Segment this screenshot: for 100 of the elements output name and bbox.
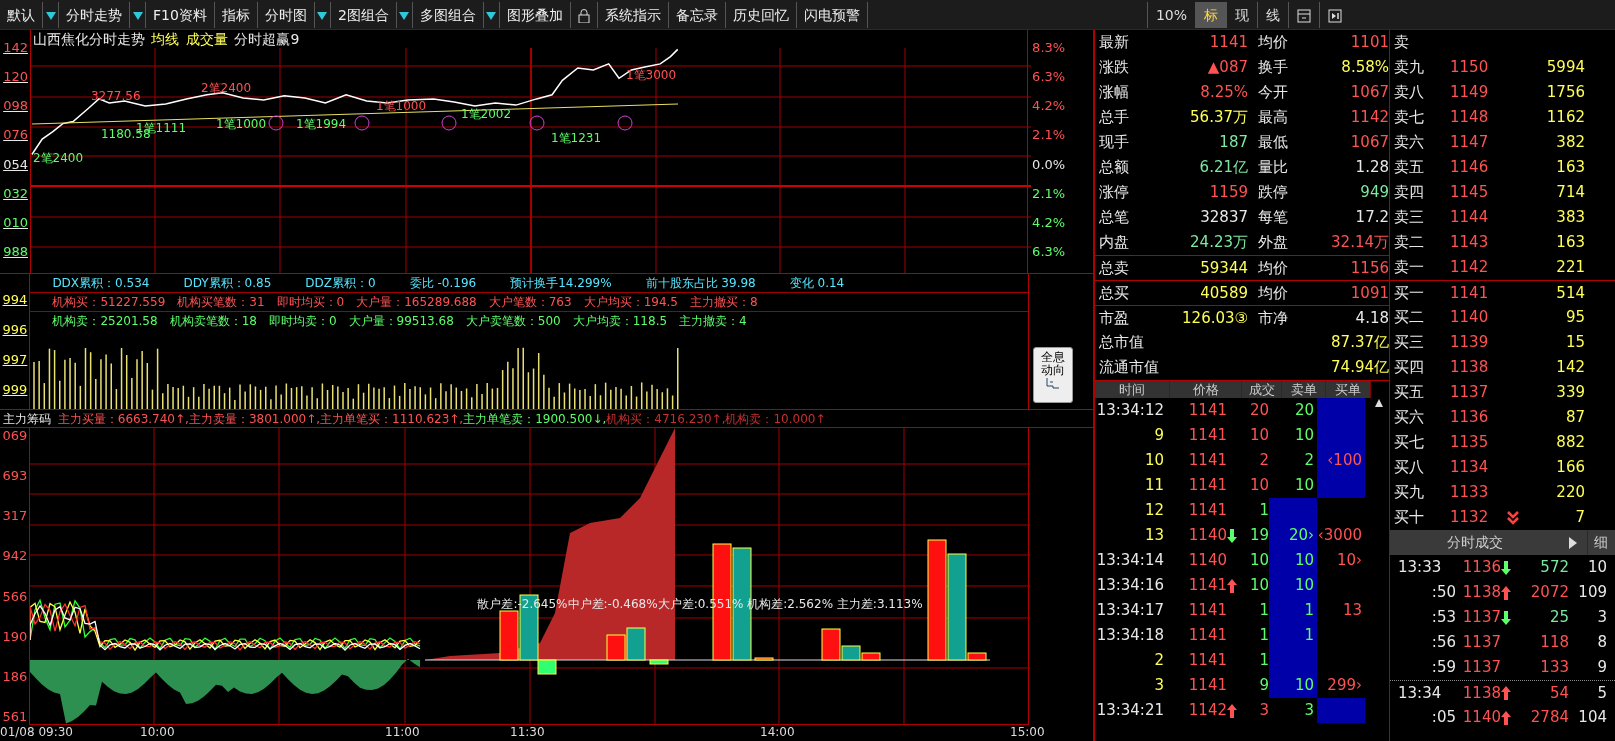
indicator-text: 大户量：165289.688 [356,294,477,311]
metric-text: 机构卖：10.000↑ [725,411,826,427]
order-volume: 514 [1555,283,1585,304]
column-header: 卖单 [1282,381,1326,398]
quote-label: 跌停 [1257,182,1289,203]
tick-price: 1138 [1461,582,1501,603]
axis-label: 693 [1,468,28,485]
axis-label: 317 [1,508,28,525]
quote-label: 市盈 [1098,308,1130,329]
sell-order-cell-text: 2 [1303,450,1315,471]
tick-price: 1136 [1461,557,1501,578]
quote-value: 8.25% [1199,82,1248,103]
indicator-text: DDX累积：0.534 [52,275,150,292]
quote-value: 1067 [1349,82,1389,103]
bar [649,659,669,665]
order-volume: 166 [1555,457,1585,478]
trade-time: 3 [1153,675,1165,696]
order-price: 1132 [1450,507,1490,528]
order-level: 买六 [1393,407,1425,428]
marker-circle [268,115,284,131]
tick-price: 1140 [1461,707,1501,728]
order-level: 卖八 [1393,82,1425,103]
order-price: 1145 [1450,182,1490,203]
chart-title: 山西焦化分时走势 [32,30,145,48]
time-label: 11:30 [510,726,545,739]
dropdown-button[interactable] [130,2,146,28]
tick-volume: 2784 [1529,707,1569,728]
trade-price: 1141 [1187,475,1227,496]
quote-label: 市净 [1257,308,1289,329]
order-volume: 1756 [1545,82,1585,103]
sell-order-cell-text: 10 [1293,425,1315,446]
order-level: 卖七 [1393,107,1425,128]
quote-value: 4.18 [1354,308,1389,329]
metric-text: 主力卖量：3801.000↑, [188,411,321,427]
view-tab[interactable]: 标 [1195,2,1226,28]
chart-title: 成交量 [185,30,228,48]
axis-label: 098 [2,98,28,116]
tick-time: 13:33 [1397,557,1443,578]
indicator-text: 机构卖：25201.58 [52,313,158,330]
panorama-button[interactable]: 全息动向 [1033,347,1074,403]
tick-time: :59 [1430,657,1456,678]
quote-label: 均价 [1257,283,1289,304]
quote-value: 1156 [1349,258,1389,279]
trade-time: 11 [1143,475,1165,496]
caret-icon [399,11,410,20]
tree-icon [1045,377,1062,389]
trade-volume: 9 [1258,675,1269,696]
quote-value: 1091 [1349,283,1389,304]
order-price: 1137 [1450,382,1490,403]
scroll-up-icon[interactable] [1374,398,1384,408]
indicator-text: 委比 -0.196 [409,275,477,292]
quote-label: 最高 [1257,107,1289,128]
axis-label: 054 [2,156,28,174]
quote-value: 24.23万 [1189,232,1248,253]
trade-price: 1142 [1187,700,1227,721]
tick-price: 1137 [1461,632,1501,653]
time-label: 15:00 [1010,726,1045,739]
quote-value: 1141 [1208,32,1248,53]
trade-price: 1141 [1187,400,1227,421]
trade-time: 9 [1153,425,1165,446]
quote-value: 1142 [1349,107,1389,128]
order-volume: 15 [1564,332,1585,353]
order-price: 1135 [1450,432,1490,453]
quote-value: ▲087 [1206,57,1248,78]
order-level: 卖 [1393,32,1410,53]
indicator-text: 主力撤买：8 [690,294,758,311]
trade-volume: 10 [1248,475,1269,496]
quote-value: 1.28 [1354,157,1389,178]
order-level: 卖四 [1393,182,1425,203]
trade-annotation: 1笔2002 [460,108,512,121]
order-volume: 383 [1555,207,1585,228]
detail-button[interactable]: 细 [1587,530,1615,555]
tick-count: 109 [1577,582,1607,603]
trade-time: 13:34:21 [1095,700,1165,721]
order-volume: 714 [1555,182,1585,203]
quote-label: 现手 [1098,132,1130,153]
indicator-text: 大户卖笔数：500 [465,313,561,330]
bar [499,610,519,661]
order-level: 卖九 [1393,57,1425,78]
indicator-text: DDZ累积：0 [305,275,376,292]
caret-icon [486,11,497,20]
metric-text: 机构买：4716.230↑, [606,411,726,427]
quote-label: 涨停 [1098,182,1130,203]
buy-order-cell-text: 10› [1335,550,1363,571]
quote-value: 6.21亿 [1198,157,1248,178]
dropdown-button[interactable] [43,2,59,28]
lock-icon [577,9,590,23]
tick-volume: 25 [1548,607,1569,628]
time-label: 10:00 [140,726,175,739]
sell-order-cell-text: 20 [1293,400,1315,421]
trade-time: 12 [1143,500,1165,521]
quote-label: 总额 [1098,157,1130,178]
quote-value: 32.14万 [1330,232,1389,253]
bar [626,627,646,661]
quote-label: 量比 [1257,157,1289,178]
order-volume: 7 [1574,507,1585,528]
trade-volume: 10 [1248,425,1269,446]
indicator-text: 大户均买：194.5 [583,294,678,311]
order-price: 1141 [1450,283,1490,304]
indicator-text: 大户均卖：118.5 [572,313,668,330]
